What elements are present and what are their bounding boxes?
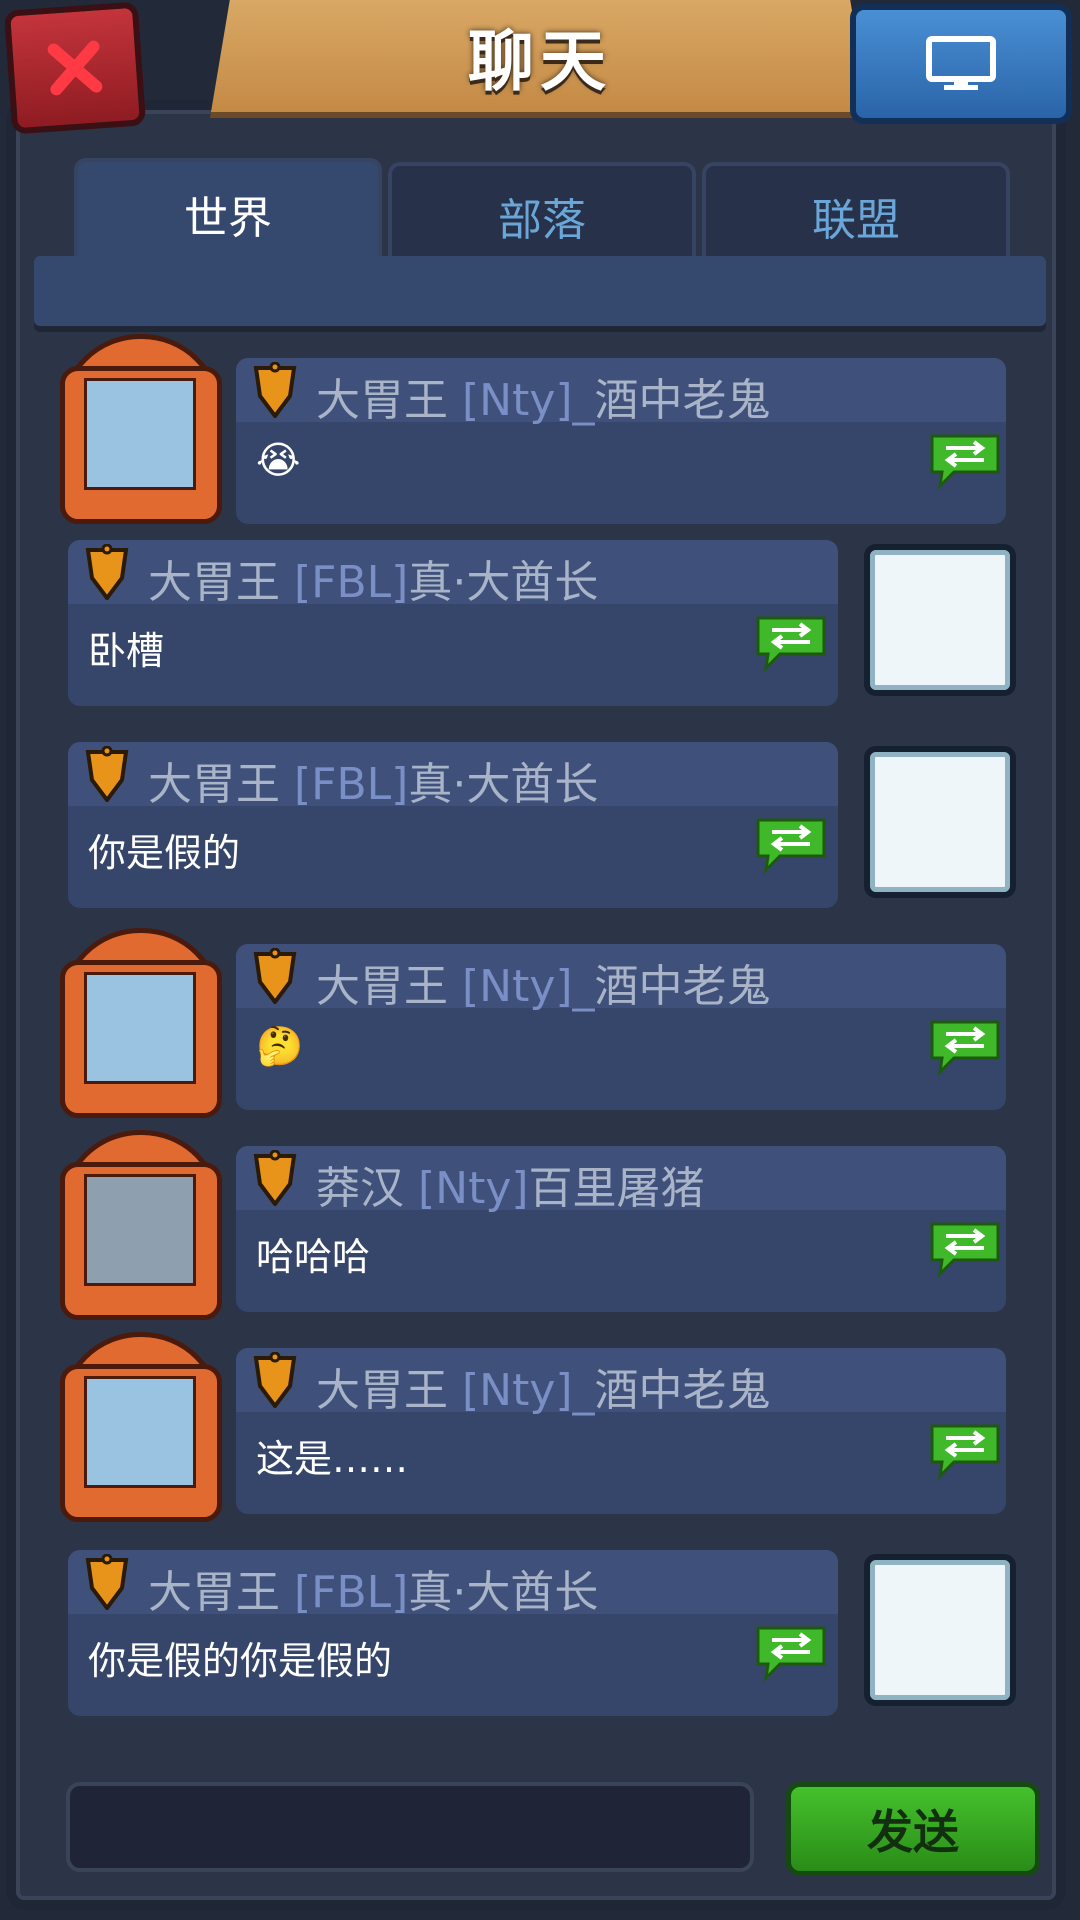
- title-banner: 聊天: [210, 0, 870, 118]
- chat-message: 大胃王 [FBL]真·大酋长 你是假的: [46, 732, 1036, 908]
- forward-icon[interactable]: [754, 816, 828, 874]
- message-text: 哈哈哈: [256, 1235, 371, 1279]
- rank-shield-icon: [253, 1150, 297, 1206]
- monitor-icon: [926, 36, 996, 90]
- bunny-king-avatar[interactable]: [864, 544, 1016, 696]
- sender-name[interactable]: 大胃王 [Nty]_酒中老鬼: [316, 1354, 771, 1418]
- chat-message: 大胃王 [FBL]真·大酋长 你是假的你是假的: [46, 1540, 1036, 1716]
- chat-tabs: 世界 部落 联盟: [74, 158, 1010, 266]
- message-text: 🤔: [256, 1024, 304, 1068]
- rank-shield-icon: [85, 544, 129, 600]
- tab-tribe[interactable]: 部落: [388, 162, 696, 266]
- message-bubble: 大胃王 [FBL]真·大酋长 卧槽: [68, 540, 838, 706]
- forward-icon[interactable]: [928, 432, 1002, 490]
- message-text: 这是……: [256, 1437, 409, 1481]
- close-icon: [47, 40, 103, 96]
- rank-shield-icon: [85, 746, 129, 802]
- page-title: 聊天: [468, 23, 612, 100]
- message-bubble: 莽汉 [Nty]百里屠猪 哈哈哈: [236, 1146, 1006, 1312]
- forward-icon[interactable]: [928, 1018, 1002, 1076]
- chat-message: 大胃王 [Nty]_酒中老鬼 🤔: [46, 928, 1036, 1118]
- chat-input[interactable]: [66, 1782, 754, 1872]
- rank-shield-icon: [85, 1554, 129, 1610]
- message-bubble: 大胃王 [Nty]_酒中老鬼 😭: [236, 358, 1006, 524]
- forward-icon[interactable]: [754, 1624, 828, 1682]
- forward-icon[interactable]: [928, 1422, 1002, 1480]
- warrior-hero-avatar[interactable]: [56, 928, 222, 1118]
- forward-icon[interactable]: [754, 614, 828, 672]
- bunny-king-avatar[interactable]: [864, 1554, 1016, 1706]
- send-button[interactable]: 发送: [786, 1782, 1040, 1876]
- forward-icon[interactable]: [928, 1220, 1002, 1278]
- chat-message: 莽汉 [Nty]百里屠猪 哈哈哈: [46, 1130, 1036, 1320]
- message-bubble: 大胃王 [Nty]_酒中老鬼 这是……: [236, 1348, 1006, 1514]
- message-text: 你是假的: [88, 831, 241, 875]
- barbarian-hero-avatar[interactable]: [56, 1130, 222, 1320]
- display-button[interactable]: [850, 4, 1072, 124]
- close-button[interactable]: [3, 1, 147, 135]
- sender-name[interactable]: 大胃王 [FBL]真·大酋长: [148, 748, 598, 812]
- warrior-hero-avatar[interactable]: [56, 334, 222, 524]
- tab-underline-bar: [34, 256, 1046, 326]
- message-text: 你是假的你是假的: [88, 1639, 393, 1683]
- chat-message: 大胃王 [Nty]_酒中老鬼 😭: [46, 328, 1036, 524]
- warrior-hero-avatar[interactable]: [56, 1332, 222, 1522]
- bunny-king-avatar[interactable]: [864, 746, 1016, 898]
- tab-alliance[interactable]: 联盟: [702, 162, 1010, 266]
- rank-shield-icon: [253, 362, 297, 418]
- chat-message: 大胃王 [FBL]真·大酋长 卧槽: [46, 530, 1036, 706]
- rank-shield-icon: [253, 948, 297, 1004]
- message-text: 😭: [256, 438, 301, 482]
- message-list[interactable]: 大胃王 [Nty]_酒中老鬼 😭 大胃王 [FBL]真·大酋长 卧槽 大胃王 […: [46, 328, 1036, 1736]
- sender-name[interactable]: 大胃王 [FBL]真·大酋长: [148, 1556, 598, 1620]
- message-text: 卧槽: [88, 629, 165, 673]
- tab-world[interactable]: 世界: [74, 158, 382, 266]
- message-bubble: 大胃王 [Nty]_酒中老鬼 🤔: [236, 944, 1006, 1110]
- chat-message: 大胃王 [Nty]_酒中老鬼 这是……: [46, 1332, 1036, 1522]
- sender-name[interactable]: 大胃王 [Nty]_酒中老鬼: [316, 950, 771, 1014]
- sender-name[interactable]: 大胃王 [FBL]真·大酋长: [148, 546, 598, 610]
- sender-name[interactable]: 大胃王 [Nty]_酒中老鬼: [316, 364, 771, 428]
- sender-name[interactable]: 莽汉 [Nty]百里屠猪: [316, 1152, 705, 1216]
- message-bubble: 大胃王 [FBL]真·大酋长 你是假的你是假的: [68, 1550, 838, 1716]
- rank-shield-icon: [253, 1352, 297, 1408]
- message-bubble: 大胃王 [FBL]真·大酋长 你是假的: [68, 742, 838, 908]
